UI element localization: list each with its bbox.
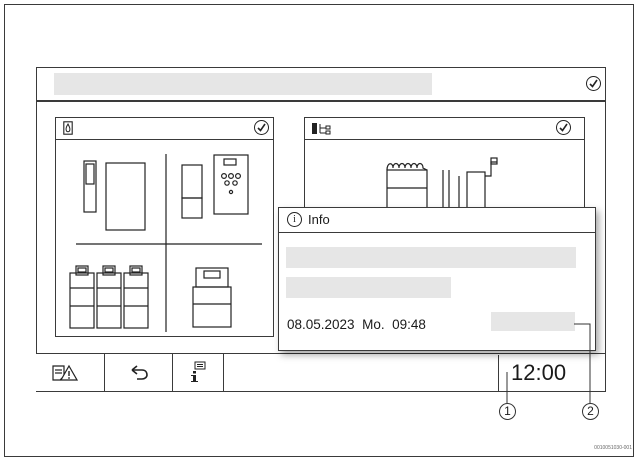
callout-2: 2 [582,403,599,420]
callout-1: 1 [499,403,516,420]
callout-leaders [506,323,591,403]
figure-reference: 0010051030-001 [594,445,632,451]
